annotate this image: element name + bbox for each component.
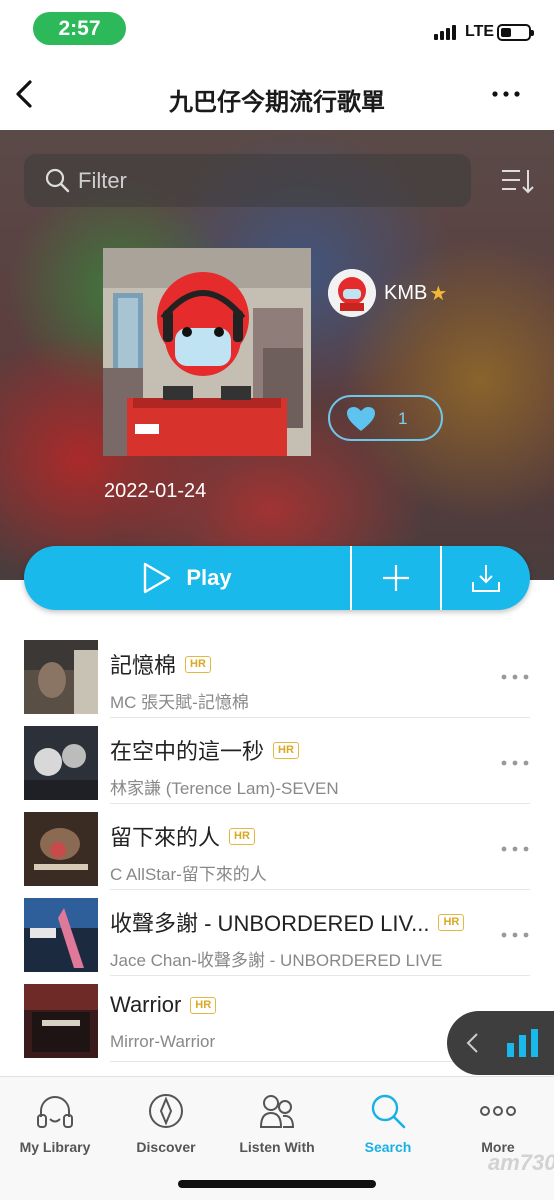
song-subtitle: C AllStar-留下來的人 [110, 865, 267, 884]
plus-icon [383, 565, 409, 591]
song-more-icon[interactable] [500, 672, 530, 682]
song-title: 在空中的這一秒 HR [110, 734, 299, 766]
hr-badge: HR [185, 655, 211, 673]
song-more-icon[interactable] [500, 930, 530, 940]
status-time: 2:57 [33, 12, 126, 45]
song-subtitle: MC 張天賦-記憶棉 [110, 693, 249, 712]
playlist-cover[interactable] [103, 248, 311, 456]
song-title-text: 留下來的人 [110, 825, 221, 850]
network-label: LTE [465, 23, 495, 40]
playlist-header: KMB ★ 1 2022-01-24 [0, 130, 554, 580]
album-art [24, 812, 98, 886]
song-row[interactable]: 留下來的人 HR C AllStar-留下來的人 [0, 804, 554, 890]
hr-badge: HR [190, 996, 217, 1014]
heart-icon [347, 407, 375, 431]
playlist-date: 2022-01-24 [104, 480, 207, 502]
song-title-text: 記憶棉 [110, 653, 177, 678]
download-icon [472, 565, 500, 592]
playlist-owner[interactable]: KMB ★ [328, 269, 447, 317]
filter-input[interactable] [78, 154, 458, 207]
search-icon [45, 168, 70, 193]
star-icon: ★ [429, 282, 448, 305]
action-bar: Play [24, 546, 530, 610]
song-more-icon[interactable] [500, 758, 530, 768]
play-label: Play [186, 565, 232, 590]
headphones-icon [37, 1096, 73, 1128]
album-art [24, 726, 98, 800]
tab-label: Listen With [239, 1139, 315, 1155]
tab-my-library[interactable]: My Library [0, 1085, 110, 1165]
album-art [24, 984, 98, 1058]
owner-name: KMB [384, 281, 428, 304]
tab-listen-with[interactable]: Listen With [222, 1085, 332, 1165]
page-title: 九巴仔今期流行歌單 [169, 89, 385, 116]
search-icon [371, 1094, 406, 1129]
hr-badge: HR [273, 741, 299, 759]
tab-discover[interactable]: Discover [111, 1085, 221, 1165]
compass-icon [149, 1094, 183, 1128]
song-row[interactable]: 收聲多謝 - UNBORDERED LIV... HR Jace Chan-收聲多… [0, 890, 554, 976]
nav-bar: 九巴仔今期流行歌單 [0, 58, 554, 130]
song-row[interactable]: 在空中的這一秒 HR 林家謙 (Terence Lam)-SEVEN [0, 718, 554, 804]
song-title: Warrior HR [110, 992, 217, 1018]
song-row[interactable]: 記憶棉 HR MC 張天賦-記憶棉 [0, 632, 554, 718]
song-title-text: Warrior [110, 992, 182, 1017]
like-button[interactable]: 1 [328, 395, 443, 441]
people-icon [259, 1095, 295, 1128]
mini-player[interactable] [447, 1011, 554, 1075]
song-subtitle: 林家謙 (Terence Lam)-SEVEN [110, 779, 339, 798]
tab-label: Search [364, 1139, 412, 1155]
add-button[interactable] [352, 546, 440, 610]
hr-badge: HR [229, 827, 255, 845]
play-icon [144, 562, 171, 594]
avatar [328, 269, 376, 317]
chevron-left-icon[interactable] [465, 1031, 481, 1055]
album-art [24, 640, 98, 714]
signal-icon [434, 25, 456, 40]
filter-bar[interactable] [24, 154, 471, 207]
song-title: 收聲多謝 - UNBORDERED LIV... HR [110, 906, 465, 938]
play-button[interactable]: Play [24, 546, 350, 610]
more-options-icon[interactable] [488, 84, 524, 104]
download-button[interactable] [442, 546, 530, 610]
tab-label: My Library [19, 1139, 91, 1155]
home-indicator [178, 1180, 376, 1188]
song-title-text: 收聲多謝 - UNBORDERED LIV... [110, 911, 430, 936]
song-more-icon[interactable] [500, 844, 530, 854]
sort-icon[interactable] [500, 166, 534, 196]
song-title: 留下來的人 HR [110, 820, 255, 852]
more-dots-icon [480, 1106, 516, 1116]
song-subtitle: Jace Chan-收聲多謝 - UNBORDERED LIVE [110, 951, 443, 970]
battery-icon [497, 24, 534, 41]
equalizer-icon[interactable] [507, 1029, 539, 1057]
hr-badge: HR [438, 913, 465, 931]
tab-label: Discover [136, 1139, 196, 1155]
watermark: am730 [488, 1150, 554, 1175]
song-title-text: 在空中的這一秒 [110, 739, 265, 764]
album-art [24, 898, 98, 972]
tab-search[interactable]: Search [333, 1085, 443, 1165]
status-bar: 2:57 LTE [0, 0, 554, 58]
song-title: 記憶棉 HR [110, 648, 211, 680]
song-list: 記憶棉 HR MC 張天賦-記憶棉 在空中的這一秒 HR 林家謙 (Terence … [0, 632, 554, 1062]
like-count: 1 [398, 409, 408, 428]
song-subtitle: Mirror-Warrior [110, 1032, 216, 1051]
